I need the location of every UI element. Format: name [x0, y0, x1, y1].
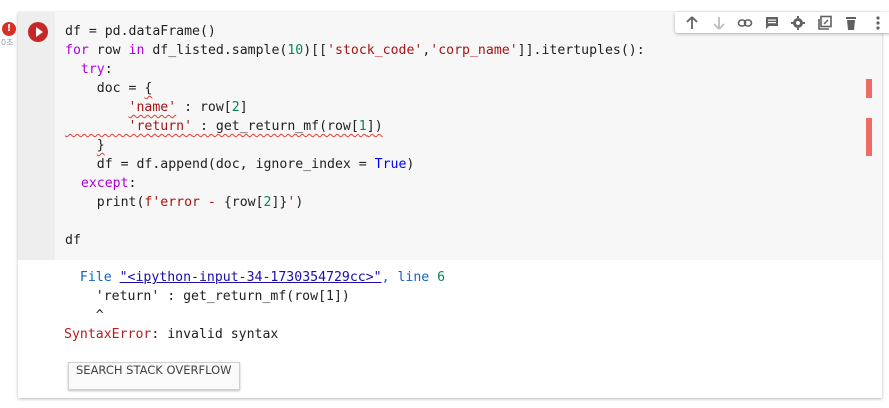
- code-line-10: print(f'error - {row[2]}'): [65, 195, 304, 210]
- traceback-caret: ^: [64, 308, 104, 323]
- code-line-3: try:: [80, 62, 113, 77]
- code-content[interactable]: df = pd.dataFrame() for row in df_listed…: [65, 22, 645, 250]
- arrow-up-icon: [686, 15, 698, 29]
- error-message: : invalid syntax: [151, 327, 279, 342]
- cell-gutter: [18, 12, 55, 260]
- traceback: File "<ipython-input-34-1730354729cc>", …: [64, 268, 445, 344]
- search-stack-overflow-button[interactable]: SEARCH STACK OVERFLOW: [68, 362, 240, 390]
- settings-button[interactable]: [787, 12, 809, 33]
- mirror-cell-icon: [817, 15, 832, 30]
- delete-icon: [846, 16, 857, 30]
- mirror-cell-button[interactable]: [814, 12, 836, 33]
- code-line-1: df = pd.dataFrame(): [65, 24, 216, 39]
- cell-output: File "<ipython-input-34-1730354729cc>", …: [18, 260, 882, 398]
- traceback-code-line: 'return' : get_return_mf(row[1]): [64, 289, 350, 304]
- comment-button[interactable]: [761, 12, 783, 33]
- code-cell[interactable]: df = pd.dataFrame() for row in df_listed…: [18, 12, 889, 398]
- code-line-9: except:: [80, 176, 137, 191]
- code-line-5: 'name' : row[2]: [128, 100, 248, 115]
- error-scroll-marker[interactable]: [866, 79, 872, 98]
- execution-time: 0초: [1, 38, 14, 47]
- code-line-7: }: [96, 138, 105, 153]
- arrow-down-icon: [713, 16, 725, 30]
- traceback-file-label: File: [64, 270, 120, 285]
- more-options-button[interactable]: [867, 12, 889, 33]
- cell-toolbar: [675, 12, 889, 33]
- move-down-button[interactable]: [708, 12, 730, 33]
- delete-cell-button[interactable]: [840, 12, 862, 33]
- traceback-line-number: 6: [437, 270, 446, 285]
- traceback-line-label: , line: [381, 270, 438, 285]
- run-cell-button[interactable]: [28, 22, 48, 42]
- gear-icon: [791, 15, 806, 30]
- more-vert-icon: [876, 15, 880, 30]
- move-up-button[interactable]: [681, 12, 703, 33]
- code-line-2: for row in df_listed.sample(10)[['stock_…: [65, 43, 645, 58]
- play-icon: [35, 27, 43, 37]
- link-button[interactable]: [734, 12, 756, 33]
- link-icon: [737, 18, 753, 27]
- error-name: SyntaxError: [64, 327, 152, 342]
- traceback-file-link[interactable]: "<ipython-input-34-1730354729cc>": [120, 270, 382, 285]
- error-indicator-icon: !: [2, 22, 16, 36]
- code-line-6: 'return' : get_return_mf(row[1]): [128, 119, 383, 134]
- code-line-12: df: [65, 233, 81, 248]
- error-scroll-marker[interactable]: [866, 118, 872, 156]
- code-editor[interactable]: df = pd.dataFrame() for row in df_listed…: [18, 12, 882, 260]
- code-line-8: df = df.append(doc, ignore_index = True): [65, 157, 415, 172]
- comment-icon: [765, 16, 778, 29]
- code-line-4: doc = {: [65, 81, 153, 96]
